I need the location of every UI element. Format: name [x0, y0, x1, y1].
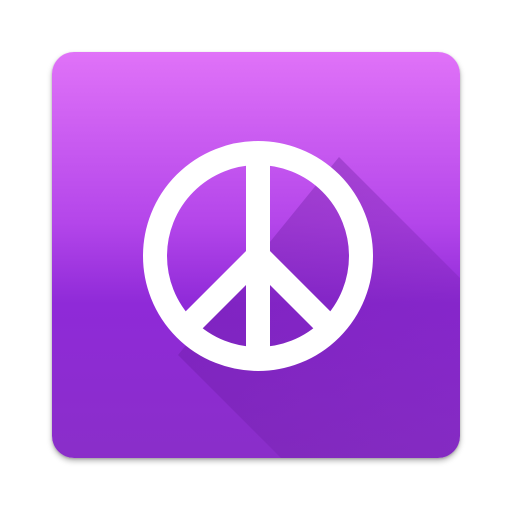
canvas	[0, 0, 512, 512]
peace-icon-graphic	[143, 141, 460, 458]
app-icon-tile[interactable]	[52, 52, 460, 458]
